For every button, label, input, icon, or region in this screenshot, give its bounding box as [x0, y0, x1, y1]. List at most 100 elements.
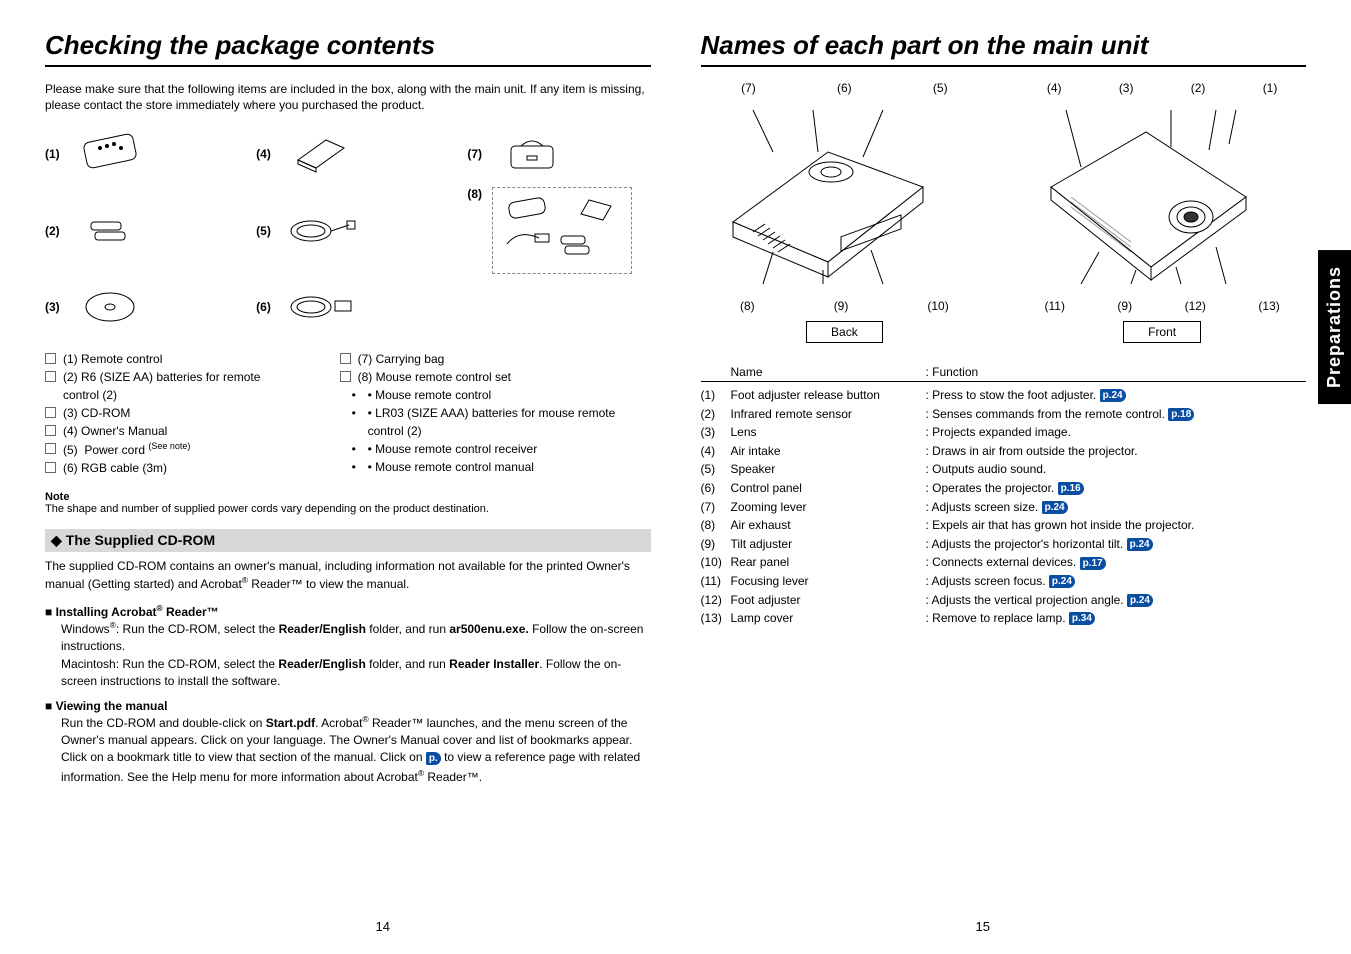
item-4: (4)	[256, 129, 439, 179]
front-label: Front	[1123, 321, 1201, 343]
item-7: (7)	[467, 129, 650, 179]
row-name: Focusing lever	[731, 572, 926, 591]
row-num: (6)	[701, 479, 731, 498]
table-row: (2)Infrared remote sensor: Senses comman…	[701, 405, 1307, 424]
row-num: (10)	[701, 553, 731, 572]
callout: (5)	[933, 81, 948, 95]
row-name: Tilt adjuster	[731, 535, 926, 554]
row-name: Foot adjuster	[731, 591, 926, 610]
row-num: (11)	[701, 572, 731, 591]
table-row: (13)Lamp cover: Remove to replace lamp. …	[701, 609, 1307, 628]
bag-icon	[492, 129, 572, 179]
item-5: (5)	[256, 187, 439, 274]
back-diagram: (7) (6) (5)	[701, 81, 989, 351]
table-row: (1)Foot adjuster release button: Press t…	[701, 386, 1307, 405]
table-row: (5)Speaker: Outputs audio sound.	[701, 460, 1307, 479]
row-func: : Connects external devices. p.17	[926, 553, 1307, 572]
package-items-grid: (1) (4) (7) (2)	[45, 129, 651, 332]
cdrom-text: The supplied CD-ROM contains an owner's …	[45, 558, 651, 593]
row-name: Air exhaust	[731, 516, 926, 535]
row-num: (3)	[701, 423, 731, 442]
right-page: Names of each part on the main unit (7) …	[701, 30, 1307, 786]
diagram-columns: (7) (6) (5)	[701, 81, 1307, 351]
page-ref-icon: p.24	[1127, 594, 1153, 607]
page-number-left: 14	[376, 919, 390, 934]
page-spread: Checking the package contents Please mak…	[45, 30, 1306, 786]
row-func: : Adjusts the vertical projection angle.…	[926, 591, 1307, 610]
side-tab: Preparations	[1318, 250, 1351, 404]
row-name: Infrared remote sensor	[731, 405, 926, 424]
col-func-head: : Function	[926, 365, 1307, 379]
checklist: (1) Remote control (2) R6 (SIZE AA) batt…	[45, 350, 651, 477]
row-name: Speaker	[731, 460, 926, 479]
row-func: : Adjusts screen focus. p.24	[926, 572, 1307, 591]
row-func: : Projects expanded image.	[926, 423, 1307, 442]
table-row: (10)Rear panel: Connects external device…	[701, 553, 1307, 572]
row-func: : Press to stow the foot adjuster. p.24	[926, 386, 1307, 405]
check-item: (4) Owner's Manual	[45, 422, 300, 440]
left-intro: Please make sure that the following item…	[45, 81, 651, 113]
right-title: Names of each part on the main unit	[701, 30, 1307, 67]
page-ref-icon: p.24	[1127, 538, 1153, 551]
item-6: (6)	[256, 282, 439, 332]
item-num: (6)	[256, 300, 271, 314]
callout: (10)	[927, 299, 948, 313]
note-head: Note	[45, 491, 651, 503]
row-num: (13)	[701, 609, 731, 628]
checklist-col1: (1) Remote control (2) R6 (SIZE AA) batt…	[45, 350, 300, 477]
projector-front-icon	[1018, 97, 1273, 297]
item-num: (1)	[45, 147, 60, 161]
front-top-callouts: (4) (3) (2) (1)	[1018, 81, 1306, 95]
parts-table-header: Name : Function	[701, 365, 1307, 382]
row-func: : Adjusts the projector's horizontal til…	[926, 535, 1307, 554]
check-item: (6) RGB cable (3m)	[45, 459, 300, 477]
item-num: (5)	[256, 224, 271, 238]
check-subitem: • Mouse remote control manual	[340, 458, 651, 476]
item-num: (7)	[467, 147, 482, 161]
check-subitem: • Mouse remote control	[340, 386, 651, 404]
row-num: (7)	[701, 498, 731, 517]
page-ref-icon: p.18	[1168, 408, 1194, 421]
callout: (11)	[1044, 299, 1064, 313]
note-block: Note The shape and number of supplied po…	[45, 491, 651, 515]
row-func: : Outputs audio sound.	[926, 460, 1307, 479]
projector-back-icon	[701, 97, 956, 297]
view-head: Viewing the manual	[45, 699, 651, 713]
table-row: (3)Lens: Projects expanded image.	[701, 423, 1307, 442]
batteries-icon	[70, 206, 150, 256]
callout: (2)	[1191, 81, 1206, 95]
row-num: (5)	[701, 460, 731, 479]
install-mac: Macintosh: Run the CD-ROM, select the Re…	[61, 656, 651, 691]
page-ref-icon: p.34	[1069, 612, 1095, 625]
check-item: (3) CD-ROM	[45, 404, 300, 422]
item-num: (4)	[256, 147, 271, 161]
back-bottom-callouts: (8) (9) (10)	[701, 299, 989, 313]
callout: (13)	[1258, 299, 1279, 313]
power-cord-icon	[281, 206, 361, 256]
check-subitem: • Mouse remote control receiver	[340, 440, 651, 458]
rgb-cable-icon	[281, 282, 361, 332]
install-head: Installing Acrobat® Reader™	[45, 603, 651, 619]
callout: (4)	[1047, 81, 1062, 95]
item-num: (3)	[45, 300, 60, 314]
row-name: Zooming lever	[731, 498, 926, 517]
page-ref-icon: p.	[426, 752, 441, 765]
check-item: (8) Mouse remote control set	[340, 368, 651, 386]
row-num: (1)	[701, 386, 731, 405]
item-num: (8)	[467, 187, 482, 201]
left-page: Checking the package contents Please mak…	[45, 30, 651, 786]
row-name: Air intake	[731, 442, 926, 461]
callout: (9)	[1117, 299, 1132, 313]
row-num: (4)	[701, 442, 731, 461]
callout: (6)	[837, 81, 852, 95]
page-ref-icon: p.24	[1100, 389, 1126, 402]
check-item: (1) Remote control	[45, 350, 300, 368]
callout: (1)	[1263, 81, 1278, 95]
row-name: Lens	[731, 423, 926, 442]
back-top-callouts: (7) (6) (5)	[701, 81, 989, 95]
item-num: (2)	[45, 224, 60, 238]
page-number-right: 15	[976, 919, 990, 934]
row-name: Control panel	[731, 479, 926, 498]
table-row: (4)Air intake: Draws in air from outside…	[701, 442, 1307, 461]
row-func: : Adjusts screen size. p.24	[926, 498, 1307, 517]
